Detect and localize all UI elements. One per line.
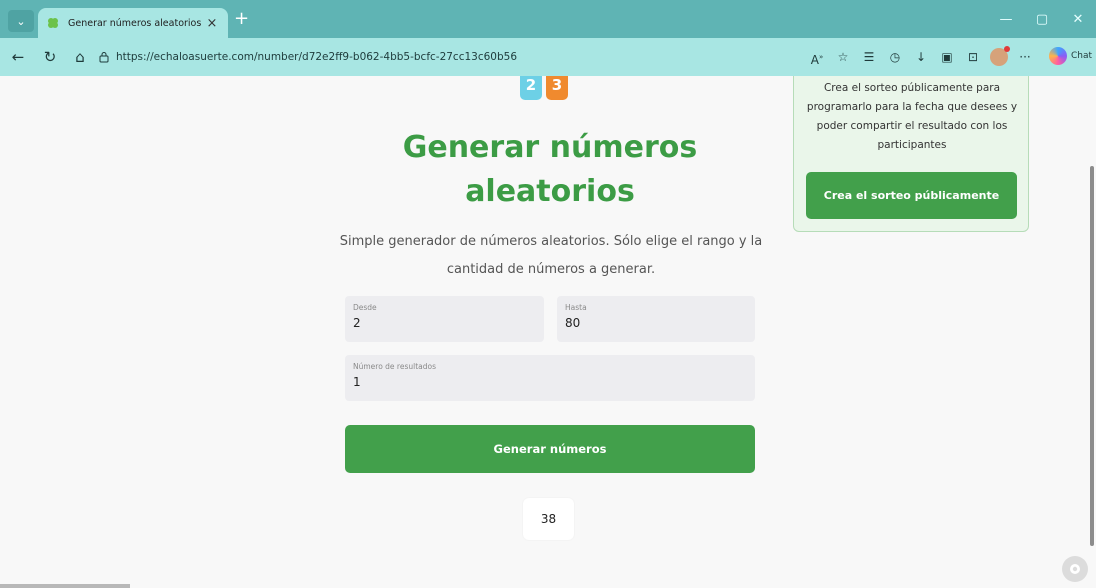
window-controls: — ▢ ✕	[988, 0, 1096, 38]
page-content: 2 3 Generar números aleatorios Simple ge…	[0, 76, 1096, 588]
public-draw-text: Crea el sorteo públicamente para program…	[806, 82, 1018, 151]
browser-toolbar: A» ☆ ☰ ◷ ↓ ▣ ⊡ ···	[806, 46, 1036, 67]
page-scrollbar[interactable]	[1090, 166, 1094, 546]
home-icon[interactable]: ⌂	[70, 47, 90, 67]
numero-resultados-label: Número de resultados	[353, 362, 437, 371]
screenshot-icon[interactable]: ⊡	[962, 47, 984, 67]
gear-icon	[1070, 564, 1080, 574]
public-draw-card: Crea el sorteo públicamente para program…	[793, 76, 1029, 232]
hasta-field[interactable]: Hasta	[557, 296, 755, 342]
clover-favicon-icon	[48, 18, 58, 28]
taskbar-fragment	[0, 584, 130, 588]
collections-icon[interactable]: ▣	[936, 47, 958, 67]
read-aloud-icon[interactable]: A»	[806, 47, 828, 67]
hasta-label: Hasta	[565, 303, 587, 312]
logo-tile-2: 2	[520, 76, 542, 100]
more-options-icon[interactable]: ···	[1014, 47, 1036, 67]
tab-close-icon[interactable]: ×	[204, 16, 220, 31]
history-icon[interactable]: ◷	[884, 47, 906, 67]
settings-gear-icon[interactable]	[1062, 556, 1088, 582]
hasta-input[interactable]	[565, 316, 747, 330]
minimize-button[interactable]: —	[988, 12, 1024, 27]
desde-input[interactable]	[353, 316, 536, 330]
desde-field[interactable]: Desde	[345, 296, 544, 342]
numero-resultados-field[interactable]: Número de resultados	[345, 355, 755, 401]
new-tab-button[interactable]: +	[234, 10, 249, 28]
close-window-button[interactable]: ✕	[1060, 12, 1096, 27]
maximize-button[interactable]: ▢	[1024, 12, 1060, 27]
generate-numbers-button[interactable]: Generar números	[345, 425, 755, 473]
chevron-down-icon: ⌄	[16, 14, 26, 28]
page-title: Generar números aleatorios	[402, 130, 698, 209]
tab-list-button[interactable]: ⌄	[8, 10, 34, 32]
url-text: https://echaloasuerte.com/number/d72e2ff…	[116, 51, 517, 63]
copilot-icon	[1048, 47, 1067, 65]
chat-label: Chat	[1070, 51, 1092, 61]
desde-label: Desde	[353, 303, 377, 312]
numero-resultados-input[interactable]	[353, 375, 747, 389]
chat-button[interactable]: Chat	[1048, 47, 1092, 65]
tab-title: Generar números aleatorios	[68, 17, 202, 29]
favorite-star-icon[interactable]: ☆	[832, 47, 854, 67]
browser-address-bar: ← ↻ ⌂ https://echaloasuerte.com/number/d…	[0, 38, 1096, 76]
favorites-icon[interactable]: ☰	[858, 47, 880, 67]
profile-avatar[interactable]	[988, 46, 1010, 67]
browser-tab-bar: ⌄ Generar números aleatorios × + — ▢ ✕	[0, 0, 1096, 38]
site-logo[interactable]: 2 3	[520, 76, 568, 100]
back-icon[interactable]: ←	[8, 47, 28, 67]
url-field[interactable]: https://echaloasuerte.com/number/d72e2ff…	[98, 45, 816, 69]
download-icon[interactable]: ↓	[910, 47, 932, 67]
create-public-draw-button[interactable]: Crea el sorteo públicamente	[806, 172, 1017, 219]
result-value: 38	[523, 498, 574, 540]
logo-tile-3: 3	[546, 76, 568, 100]
browser-tab[interactable]: Generar números aleatorios ×	[38, 8, 228, 38]
page-subtitle: Simple generador de números aleatorios. …	[339, 234, 763, 277]
lock-icon	[99, 52, 109, 63]
refresh-icon[interactable]: ↻	[40, 47, 60, 67]
